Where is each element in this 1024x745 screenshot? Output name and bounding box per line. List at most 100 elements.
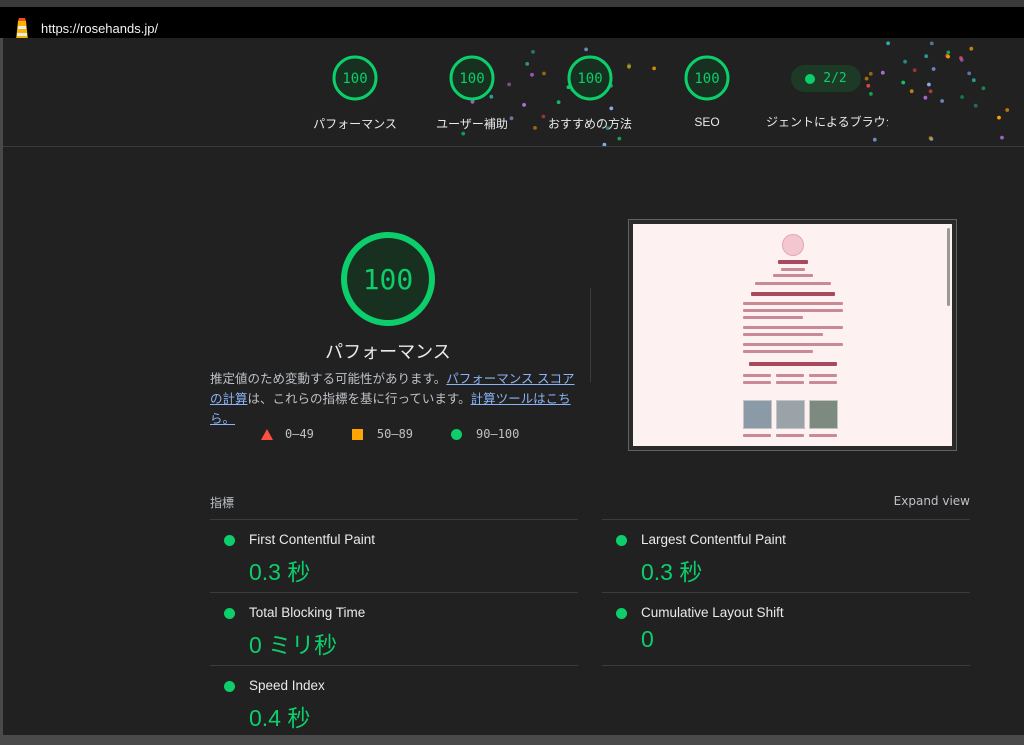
metric-tbt: Total Blocking Time 0 ミリ秒 bbox=[210, 592, 578, 664]
confetti-dot bbox=[929, 41, 934, 46]
lighthouse-report: 100 パフォーマンス 100 ユーザー補助 100 おすすめの方法 100 S… bbox=[3, 38, 1024, 735]
confetti-dot bbox=[967, 71, 972, 76]
pass-circle-icon bbox=[224, 681, 235, 692]
metric-divider bbox=[602, 665, 970, 666]
confetti-dot bbox=[945, 53, 949, 58]
confetti-dot bbox=[866, 83, 871, 88]
confetti-dot bbox=[973, 103, 978, 108]
confetti-dot bbox=[960, 95, 964, 99]
metric-name: First Contentful Paint bbox=[249, 532, 376, 547]
confetti-dot bbox=[931, 67, 936, 71]
metric-value: 0.4 秒 bbox=[249, 705, 311, 731]
thumb-line bbox=[743, 316, 803, 319]
url-bar: https://rosehands.jp/ bbox=[0, 7, 1024, 42]
square-icon bbox=[351, 428, 363, 440]
metrics-header: 指標 Expand view bbox=[210, 494, 970, 511]
gauge-ring-icon: 100 bbox=[332, 55, 378, 101]
thumb-line bbox=[743, 333, 823, 336]
gauge-label: SEO bbox=[694, 115, 720, 129]
circle-icon bbox=[451, 428, 463, 440]
triangle-icon bbox=[261, 428, 273, 440]
metric-name: Speed Index bbox=[249, 678, 325, 693]
gauge-score: 100 bbox=[694, 71, 719, 87]
confetti-dot bbox=[602, 142, 607, 146]
window-top-edge bbox=[0, 0, 1024, 7]
confetti-dot bbox=[997, 115, 1001, 120]
gauge-label: ユーザー補助 bbox=[436, 117, 508, 131]
performance-gauge: 100 bbox=[341, 232, 435, 326]
thumb-line bbox=[743, 326, 843, 329]
gauge-ring-icon: 100 bbox=[567, 55, 613, 101]
confetti-dot bbox=[880, 70, 885, 75]
confetti-dot bbox=[946, 54, 950, 59]
thumb-line bbox=[743, 381, 771, 384]
pwa-badge[interactable]: 2/2 bbox=[791, 65, 861, 92]
gauge-label: パフォーマンス bbox=[313, 117, 397, 131]
confetti-dot bbox=[927, 82, 931, 87]
thumb-line bbox=[743, 350, 813, 353]
confetti-dot bbox=[969, 46, 974, 51]
confetti-dot bbox=[461, 131, 466, 136]
confetti-dot bbox=[924, 54, 929, 59]
pwa-score: 2/2 bbox=[823, 71, 847, 86]
metric-value: 0.3 秒 bbox=[249, 559, 311, 585]
thumb-photo bbox=[743, 400, 772, 429]
gauge-score: 100 bbox=[342, 71, 367, 87]
thumb-line bbox=[743, 434, 771, 437]
confetti-dot bbox=[886, 41, 890, 46]
confetti-dot bbox=[929, 137, 934, 141]
page-screenshot-thumbnail bbox=[633, 224, 952, 446]
confetti-dot bbox=[901, 80, 906, 85]
confetti-dot bbox=[903, 59, 907, 64]
confetti-dot bbox=[872, 137, 877, 142]
gauge-ring-icon: 100 bbox=[684, 55, 730, 101]
confetti-dot bbox=[928, 89, 933, 94]
metric-value: 0 ミリ秒 bbox=[249, 632, 338, 658]
page-url[interactable]: https://rosehands.jp/ bbox=[41, 21, 158, 36]
metric-value: 0 bbox=[641, 626, 654, 652]
thumb-line bbox=[776, 434, 804, 437]
confetti-dot bbox=[1000, 135, 1004, 140]
confetti-dot bbox=[923, 95, 928, 100]
thumb-line bbox=[773, 274, 813, 277]
confetti-dot bbox=[981, 86, 986, 91]
metric-name: Largest Contentful Paint bbox=[641, 532, 786, 547]
gauge-ring-icon: 100 bbox=[449, 55, 495, 101]
confetti-dot bbox=[864, 76, 869, 81]
gauge-score: 100 bbox=[459, 71, 484, 87]
confetti-dot bbox=[909, 89, 914, 94]
thumb-line bbox=[776, 381, 804, 384]
pwa-label: ジェントによるブラウジ bbox=[766, 115, 888, 129]
thumb-line bbox=[755, 282, 831, 285]
metrics-heading: 指標 bbox=[210, 496, 235, 510]
confetti-dot bbox=[940, 99, 944, 103]
pass-circle-icon bbox=[224, 535, 235, 546]
thumbnail-scrollbar bbox=[947, 228, 950, 306]
sticky-score-header: 100 パフォーマンス 100 ユーザー補助 100 おすすめの方法 100 S… bbox=[3, 38, 1024, 147]
performance-score: 100 bbox=[363, 263, 414, 296]
confetti-dot bbox=[868, 71, 873, 76]
thumb-line bbox=[743, 374, 771, 377]
metric-cls: Cumulative Layout Shift 0 bbox=[602, 592, 970, 664]
gauge-seo[interactable]: 100 SEO bbox=[652, 54, 762, 129]
gauge-label: おすすめの方法 bbox=[547, 117, 632, 131]
legend-fail-label: 0–49 bbox=[285, 427, 314, 441]
desc-text: 推定値のため変動する可能性があります。 bbox=[210, 372, 447, 386]
gauge-best-practices[interactable]: 100 おすすめの方法 bbox=[535, 54, 645, 132]
final-screenshot[interactable] bbox=[628, 219, 957, 451]
expand-view-button[interactable]: Expand view bbox=[894, 494, 970, 511]
thumb-heading bbox=[751, 292, 835, 296]
confetti-dot bbox=[869, 92, 873, 96]
pass-dot-icon bbox=[805, 73, 816, 84]
confetti-dot bbox=[912, 68, 917, 73]
confetti-dot bbox=[959, 58, 964, 62]
confetti-dot bbox=[584, 47, 588, 52]
site-logo-thumbnail bbox=[782, 234, 804, 256]
thumb-heading bbox=[778, 260, 808, 264]
confetti-dot bbox=[959, 56, 963, 60]
gauge-accessibility[interactable]: 100 ユーザー補助 bbox=[417, 54, 527, 132]
thumb-photo bbox=[809, 400, 838, 429]
confetti-dot bbox=[1005, 108, 1010, 112]
gauge-performance[interactable]: 100 パフォーマンス bbox=[300, 54, 410, 132]
desc-text: は、これらの指標を基に行っています。 bbox=[247, 392, 471, 406]
